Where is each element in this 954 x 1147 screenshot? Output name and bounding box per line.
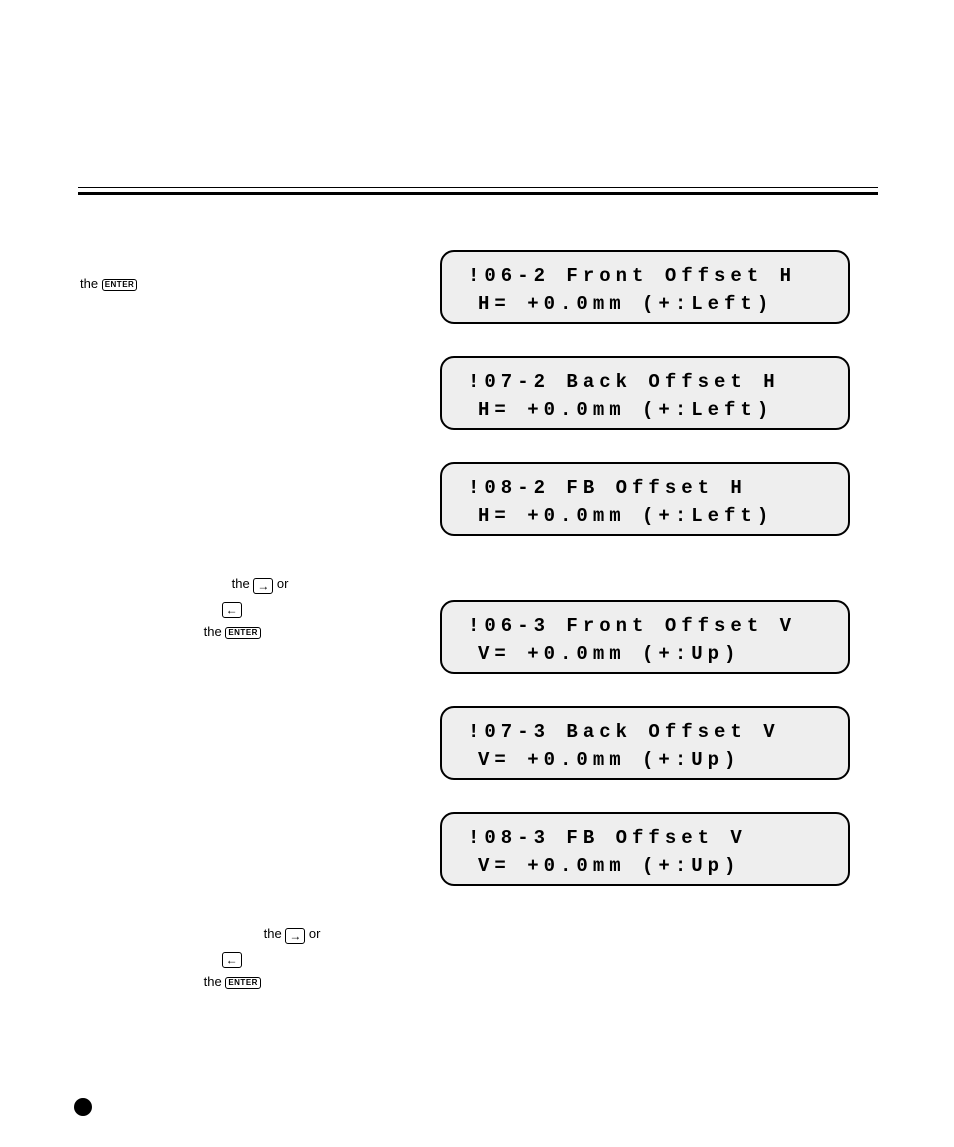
lcd-line2: V= +0.0mm (+:Up) — [468, 746, 834, 774]
step-2-line1-b: or — [273, 576, 288, 591]
step-2-line2: ← — [80, 600, 420, 618]
lcd-line2: V= +0.0mm (+:Up) — [468, 852, 834, 880]
header-rule-thick — [78, 192, 878, 195]
lcd-display: !08-2 FB Offset H H= +0.0mm (+:Left) — [440, 462, 850, 536]
lcd-display: !07-3 Back Offset V V= +0.0mm (+:Up) — [440, 706, 850, 780]
enter-key-icon: ENTER — [225, 627, 261, 639]
enter-key-icon: ENTER — [225, 977, 261, 989]
step-2: the → or ← the ENTER — [80, 576, 420, 640]
step-2-line3: the ENTER — [80, 624, 420, 640]
step-1-text: the — [80, 276, 102, 291]
step-3: the → or ← the ENTER — [80, 926, 420, 990]
lcd-line1: !07-2 Back Offset H — [468, 368, 834, 396]
step-2-line3-a: the — [204, 624, 226, 639]
lcd-line1: !06-3 Front Offset V — [468, 612, 834, 640]
arrow-left-icon: ← — [222, 602, 242, 618]
lcd-display: !07-2 Back Offset H H= +0.0mm (+:Left) — [440, 356, 850, 430]
step-3-line1: the → or — [80, 926, 420, 944]
lcd-line1: !06-2 Front Offset H — [468, 262, 834, 290]
step-2-line1-a: the — [232, 576, 254, 591]
lcd-line2: H= +0.0mm (+:Left) — [468, 290, 834, 318]
step-3-line3: the ENTER — [80, 974, 420, 990]
lcd-line2: V= +0.0mm (+:Up) — [468, 640, 834, 668]
page: the ENTER the → or ← the ENTER the → or … — [0, 0, 954, 1147]
enter-key-icon: ENTER — [102, 279, 138, 291]
lcd-line2: H= +0.0mm (+:Left) — [468, 396, 834, 424]
lcd-line2: H= +0.0mm (+:Left) — [468, 502, 834, 530]
arrow-right-icon: → — [285, 928, 305, 944]
step-2-line1: the → or — [80, 576, 420, 594]
lcd-line1: !07-3 Back Offset V — [468, 718, 834, 746]
lcd-line1: !08-2 FB Offset H — [468, 474, 834, 502]
step-3-line1-a: the — [264, 926, 286, 941]
lcd-display: !08-3 FB Offset V V= +0.0mm (+:Up) — [440, 812, 850, 886]
lcd-display: !06-3 Front Offset V V= +0.0mm (+:Up) — [440, 600, 850, 674]
step-3-line3-a: the — [204, 974, 226, 989]
header-rule-thin — [78, 187, 878, 188]
step-3-line2: ← — [80, 950, 420, 968]
lcd-display: !06-2 Front Offset H H= +0.0mm (+:Left) — [440, 250, 850, 324]
page-dot-icon — [74, 1098, 92, 1116]
arrow-left-icon: ← — [222, 952, 242, 968]
lcd-line1: !08-3 FB Offset V — [468, 824, 834, 852]
step-3-line1-b: or — [305, 926, 320, 941]
step-1: the ENTER — [80, 276, 420, 292]
arrow-right-icon: → — [253, 578, 273, 594]
